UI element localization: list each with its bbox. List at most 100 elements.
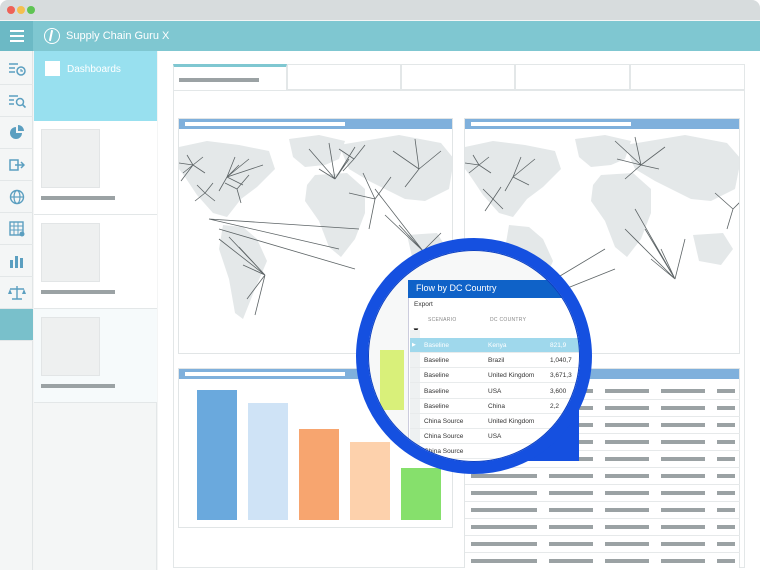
dashboard-thumbnail bbox=[41, 223, 100, 282]
table-row[interactable] bbox=[465, 535, 740, 553]
window-titlebar bbox=[0, 0, 760, 20]
panel-title-placeholder bbox=[185, 122, 345, 126]
dashboards-panel: Dashboards bbox=[34, 51, 157, 570]
nav-rail bbox=[0, 51, 33, 570]
table-cell-placeholder bbox=[661, 525, 705, 529]
bar-2[interactable] bbox=[248, 403, 288, 520]
dashboard-thumbnail bbox=[41, 317, 100, 376]
table-cell-placeholder bbox=[717, 457, 735, 461]
table-cell-placeholder bbox=[605, 508, 649, 512]
dashboards-checkbox[interactable] bbox=[45, 61, 60, 76]
table-cell-placeholder bbox=[661, 389, 705, 393]
rail-item-compare[interactable] bbox=[0, 277, 33, 309]
table-cell-placeholder bbox=[549, 542, 593, 546]
table-cell-placeholder bbox=[605, 491, 649, 495]
table-cell-placeholder bbox=[717, 440, 735, 444]
table-cell-placeholder bbox=[717, 508, 735, 512]
table-cell-placeholder bbox=[661, 423, 705, 427]
table-cell-placeholder bbox=[549, 508, 593, 512]
table-cell-placeholder bbox=[605, 406, 649, 410]
table-cell-placeholder bbox=[717, 423, 735, 427]
dashboards-header[interactable]: Dashboards bbox=[34, 51, 157, 121]
table-cell-placeholder bbox=[717, 542, 735, 546]
table-cell-placeholder bbox=[661, 559, 705, 563]
minimize-window-button[interactable] bbox=[17, 6, 25, 14]
table-row[interactable] bbox=[465, 518, 740, 536]
bar-5[interactable] bbox=[401, 468, 441, 520]
tab-label-placeholder bbox=[179, 78, 259, 82]
rail-item-search[interactable] bbox=[0, 85, 33, 117]
maximize-window-button[interactable] bbox=[27, 6, 35, 14]
dashboard-thumbnail bbox=[41, 129, 100, 188]
rail-item-export[interactable] bbox=[0, 149, 33, 181]
dashboard-card[interactable] bbox=[34, 309, 157, 403]
panel-header bbox=[465, 119, 739, 129]
table-row[interactable] bbox=[465, 484, 740, 502]
rail-item-analytics[interactable] bbox=[0, 117, 33, 149]
table-cell-placeholder bbox=[661, 474, 705, 478]
table-cell-placeholder bbox=[471, 559, 537, 563]
tab[interactable] bbox=[401, 64, 515, 90]
menu-button[interactable] bbox=[0, 21, 33, 51]
rail-item-charts[interactable] bbox=[0, 245, 33, 277]
table-cell-placeholder bbox=[471, 491, 537, 495]
magnifier-ring bbox=[356, 238, 592, 474]
rail-item-scenarios[interactable] bbox=[0, 53, 33, 85]
export-icon bbox=[8, 158, 25, 171]
table-cell-placeholder bbox=[661, 440, 705, 444]
globe-icon bbox=[9, 189, 24, 204]
app-logo-icon bbox=[44, 28, 60, 44]
dashboard-card[interactable] bbox=[34, 215, 157, 309]
table-cell-placeholder bbox=[717, 474, 735, 478]
rail-item-active[interactable] bbox=[0, 309, 33, 341]
table-row[interactable] bbox=[465, 501, 740, 519]
table-cell-placeholder bbox=[605, 423, 649, 427]
tab-active[interactable] bbox=[173, 64, 287, 90]
panel-title-placeholder bbox=[471, 122, 631, 126]
table-cell-placeholder bbox=[605, 457, 649, 461]
dashboard-card[interactable] bbox=[34, 121, 157, 215]
pie-chart-icon bbox=[9, 124, 24, 139]
table-cell-placeholder bbox=[471, 542, 537, 546]
scenario-icon bbox=[8, 62, 26, 76]
table-cell-placeholder bbox=[717, 525, 735, 529]
table-cell-placeholder bbox=[471, 525, 537, 529]
table-cell-placeholder bbox=[661, 406, 705, 410]
table-cell-placeholder bbox=[471, 474, 537, 478]
scales-icon bbox=[7, 285, 26, 300]
app-title: Supply Chain Guru X bbox=[66, 30, 170, 42]
table-cell-placeholder bbox=[605, 542, 649, 546]
tab[interactable] bbox=[287, 64, 401, 90]
table-cell-placeholder bbox=[661, 542, 705, 546]
table-cell-placeholder bbox=[549, 491, 593, 495]
table-cell-placeholder bbox=[549, 474, 593, 478]
dashboard-tabs bbox=[173, 64, 745, 90]
table-cell-placeholder bbox=[661, 491, 705, 495]
table-row[interactable] bbox=[465, 552, 740, 568]
table-cell-placeholder bbox=[605, 559, 649, 563]
panel-header bbox=[179, 119, 452, 129]
dashboard-title-placeholder bbox=[41, 196, 115, 200]
table-cell-placeholder bbox=[605, 474, 649, 478]
bar-3[interactable] bbox=[299, 429, 339, 520]
table-cell-placeholder bbox=[471, 508, 537, 512]
hamburger-icon bbox=[9, 30, 24, 42]
table-cell-placeholder bbox=[661, 508, 705, 512]
dashboard-title-placeholder bbox=[41, 290, 115, 294]
rail-item-maps[interactable] bbox=[0, 181, 33, 213]
table-cell-placeholder bbox=[605, 389, 649, 393]
tab[interactable] bbox=[630, 64, 745, 90]
dashboard-title-placeholder bbox=[41, 384, 115, 388]
tab[interactable] bbox=[515, 64, 630, 90]
table-cell-placeholder bbox=[717, 559, 735, 563]
table-cell-placeholder bbox=[717, 389, 735, 393]
table-cell-placeholder bbox=[717, 406, 735, 410]
table-cell-placeholder bbox=[661, 457, 705, 461]
panel-title-placeholder bbox=[185, 372, 345, 376]
search-list-icon bbox=[8, 94, 26, 108]
close-window-button[interactable] bbox=[7, 6, 15, 14]
bar-1[interactable] bbox=[197, 390, 237, 520]
dashboards-label: Dashboards bbox=[67, 64, 121, 75]
table-cell-placeholder bbox=[549, 559, 593, 563]
rail-item-tables[interactable] bbox=[0, 213, 33, 245]
